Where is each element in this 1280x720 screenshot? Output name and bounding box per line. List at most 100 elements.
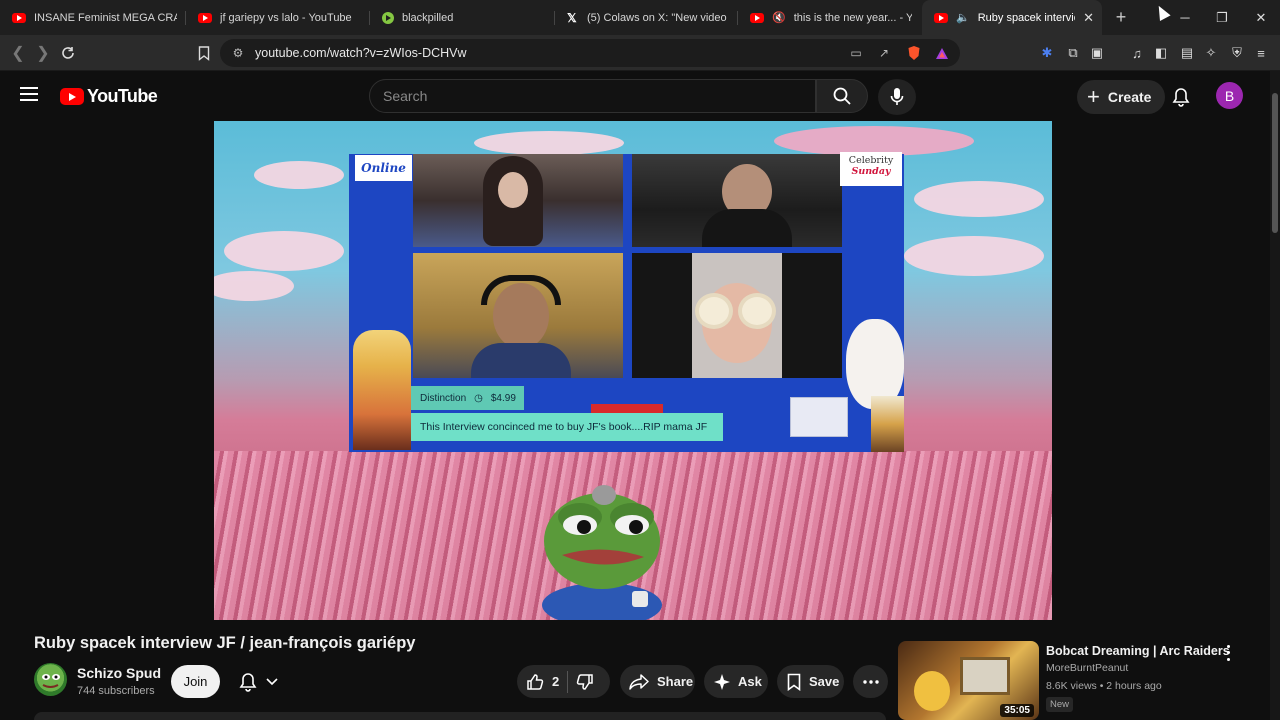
donation-amount: $4.99 (490, 392, 516, 404)
cast-icon[interactable]: ▭ (847, 44, 865, 62)
recommended-thumbnail[interactable]: 35:05 (898, 641, 1039, 720)
celebrity-cutout (353, 330, 411, 450)
channel-avatar[interactable] (34, 663, 67, 696)
notifications-button[interactable] (1168, 84, 1194, 110)
forward-button[interactable]: ❯ (31, 41, 55, 65)
brave-shields-icon[interactable] (904, 44, 924, 62)
celebrity-sunday-badge: Celebrity Sunday (840, 152, 902, 186)
close-window-button[interactable]: ✕ (1242, 0, 1280, 35)
leo-ai-icon[interactable]: ✧ (1202, 44, 1220, 62)
youtube-logo[interactable]: YouTube (60, 86, 158, 107)
extensions-puzzle-icon[interactable]: ⧉ (1064, 44, 1082, 62)
recommended-channel[interactable]: MoreBurntPeanut (1046, 662, 1128, 674)
create-button[interactable]: + Create (1077, 80, 1166, 114)
media-controls-icon[interactable]: ♫ (1128, 44, 1146, 62)
brave-rewards-icon[interactable] (933, 44, 951, 62)
youtube-icon (198, 12, 212, 23)
wallet-icon[interactable]: ▤ (1178, 44, 1196, 62)
browser-tab[interactable]: INSANE Feminist MEGA CRASHO (0, 0, 185, 35)
browser-tab[interactable]: 🔇 this is the new year... - YouTu (738, 0, 920, 35)
voice-search-button[interactable] (878, 79, 916, 115)
cloud (474, 131, 624, 155)
page-scrollbar[interactable] (1270, 71, 1280, 720)
browser-toolbar: ❮ ❯ ⚙ youtube.com/watch?v=zWIos-DCHVw ▭ … (0, 35, 1280, 71)
description-box[interactable] (34, 712, 886, 720)
new-tab-button[interactable]: + (1111, 7, 1131, 27)
frog-character (542, 485, 662, 620)
search-box[interactable] (369, 79, 816, 113)
like-count: 2 (552, 674, 560, 689)
subscriber-count: 744 subscribers (77, 685, 155, 697)
browser-tab-active[interactable]: 🔈 Ruby spacek interview JF ✕ (922, 0, 1102, 35)
celebrity-badge-line1: Celebrity (848, 155, 894, 166)
site-settings-icon[interactable]: ⚙ (229, 44, 247, 62)
ask-button[interactable]: Ask (704, 665, 768, 698)
bookmark-icon (198, 45, 210, 61)
tab-label: this is the new year... - YouTu (793, 11, 912, 24)
webcam-feed (413, 253, 623, 378)
tab-label: jf gariepy vs lalo - YouTube (220, 11, 352, 24)
dislike-button[interactable] (576, 673, 594, 691)
more-actions-button[interactable] (853, 665, 888, 698)
bell-icon (239, 672, 257, 692)
muted-speaker-icon[interactable]: 🔇 (772, 11, 786, 24)
save-button[interactable]: Save (777, 665, 844, 698)
video-title: Ruby spacek interview JF / jean-françois… (34, 634, 416, 652)
vpn-icon[interactable]: ⛨ (1228, 44, 1246, 62)
maximize-button[interactable]: ❐ (1203, 0, 1241, 35)
share-button[interactable]: Share (620, 665, 695, 698)
video-player[interactable]: Online Celebrity Sunday Distinction ◷ $4… (214, 121, 1052, 620)
plus-icon: + (1087, 84, 1100, 109)
thumbs-down-icon (577, 673, 593, 690)
sidebar-toggle-icon[interactable]: ◧ (1152, 44, 1170, 62)
new-badge: New (1046, 697, 1074, 712)
youtube-icon (12, 12, 26, 23)
x-icon: 𝕏 (567, 10, 577, 25)
search-input[interactable] (383, 88, 783, 104)
thumbnail-character (914, 671, 950, 711)
account-avatar[interactable]: B (1216, 82, 1243, 109)
browser-tab[interactable]: 𝕏 (5) Colaws on X: "New video on (555, 0, 737, 35)
reload-icon (62, 47, 74, 59)
cloud (224, 231, 344, 271)
thumbnail-frame (960, 657, 1010, 695)
recommended-title[interactable]: Bobcat Dreaming | Arc Raiders (1046, 644, 1230, 658)
browser-tab[interactable]: blackpilled (370, 0, 554, 35)
sparkle-icon (714, 673, 730, 690)
share-icon (629, 673, 649, 690)
chevron-down-icon (266, 677, 278, 685)
bookmark-button[interactable] (192, 41, 216, 65)
donor-name: Distinction (420, 392, 467, 404)
join-button[interactable]: Join (171, 665, 220, 698)
close-tab-icon[interactable]: ✕ (1083, 10, 1094, 26)
minimize-button[interactable]: ─ (1166, 0, 1204, 35)
tweet-card (790, 397, 848, 437)
celebrity-badge-line2: Sunday (851, 166, 891, 177)
youtube-icon (934, 12, 948, 23)
webcam-feed (632, 154, 842, 247)
extension-icon[interactable]: ✱ (1038, 44, 1056, 62)
cloud (904, 236, 1044, 276)
rumble-icon (382, 11, 394, 24)
share-page-icon[interactable]: ↗ (875, 44, 893, 62)
url-text[interactable]: youtube.com/watch?v=zWIos-DCHVw (255, 46, 467, 60)
like-button[interactable]: 2 (526, 673, 559, 691)
reload-button[interactable] (56, 41, 80, 65)
back-button[interactable]: ❮ (6, 41, 30, 65)
subscription-notifications-button[interactable] (229, 665, 288, 698)
browser-tab[interactable]: jf gariepy vs lalo - YouTube (186, 0, 369, 35)
reading-list-icon[interactable]: ▣ (1088, 44, 1106, 62)
search-button[interactable] (816, 79, 868, 113)
more-horizontal-icon (862, 679, 879, 684)
recommended-meta: 8.6K views • 2 hours ago (1046, 680, 1162, 692)
speaker-icon[interactable]: 🔈 (956, 11, 970, 24)
channel-name[interactable]: Schizo Spud (77, 665, 161, 681)
more-vertical-icon[interactable] (1222, 643, 1234, 663)
youtube-play-icon (60, 88, 84, 105)
book-cover (871, 396, 904, 452)
scrollbar-thumb[interactable] (1272, 93, 1278, 233)
guide-menu-icon[interactable] (20, 87, 38, 101)
browser-menu-icon[interactable]: ≡ (1252, 44, 1270, 62)
tab-label: Ruby spacek interview JF (977, 11, 1075, 24)
address-bar[interactable]: ⚙ youtube.com/watch?v=zWIos-DCHVw ▭ ↗ (220, 39, 960, 67)
